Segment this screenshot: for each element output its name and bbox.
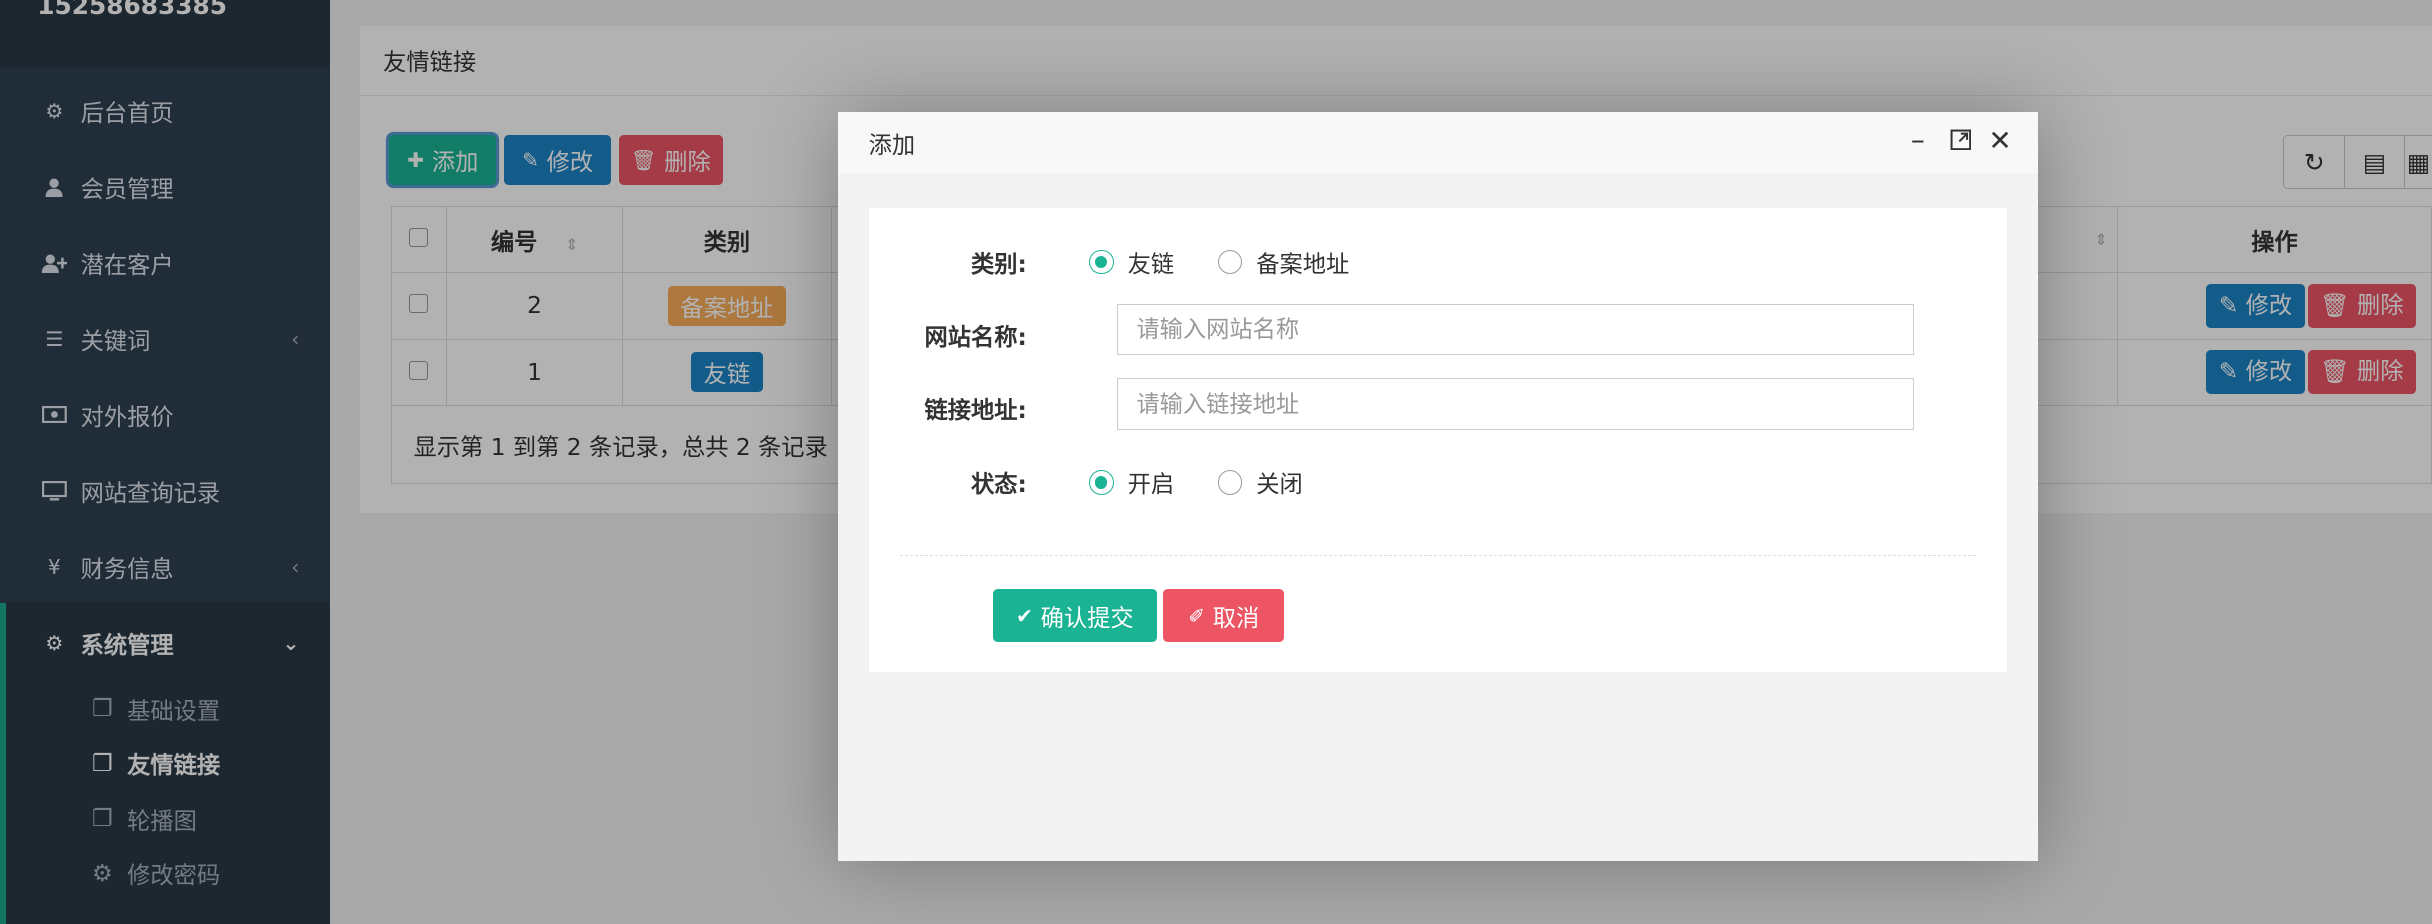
link-label: 链接地址:	[924, 396, 1027, 424]
category-label: 类别:	[970, 251, 1027, 279]
close-icon[interactable]: ✕	[1988, 124, 2011, 157]
cancel-button[interactable]: ✐ 取消	[1163, 589, 1285, 643]
radio-checked-icon[interactable]	[1088, 249, 1114, 275]
status-option-on[interactable]: 开启	[1088, 465, 1174, 499]
form-divider	[899, 555, 1976, 556]
status-label: 状态:	[970, 471, 1027, 499]
maximize-icon[interactable]	[1950, 129, 1972, 157]
radio-unchecked-icon[interactable]	[1217, 469, 1243, 495]
eraser-icon: ✐	[1188, 603, 1206, 628]
submit-button[interactable]: ✔ 确认提交	[992, 589, 1158, 643]
dialog-title: 添加	[868, 131, 916, 159]
category-option-friend-link[interactable]: 友链	[1088, 245, 1174, 279]
site-name-label: 网站名称:	[924, 323, 1027, 351]
status-option-off[interactable]: 关闭	[1217, 465, 1303, 499]
category-option-icp[interactable]: 备案地址	[1217, 245, 1349, 279]
dialog-form: 类别: 友链 备案地址 网站名称: 链接地址: 状态: 开启 关闭 ✔ 确认提交…	[868, 207, 2007, 672]
radio-unchecked-icon[interactable]	[1217, 249, 1243, 275]
site-name-input[interactable]	[1116, 303, 1914, 356]
link-input[interactable]	[1116, 378, 1914, 430]
dialog-header[interactable]: 添加 – ✕	[837, 111, 2039, 175]
radio-checked-icon[interactable]	[1088, 469, 1114, 495]
add-dialog: 添加 – ✕ 类别: 友链 备案地址 网站名称: 链接地址: 状态: 开启 关闭	[837, 111, 2039, 861]
minimize-icon[interactable]: –	[1911, 123, 1925, 156]
check-icon: ✔	[1016, 603, 1033, 628]
